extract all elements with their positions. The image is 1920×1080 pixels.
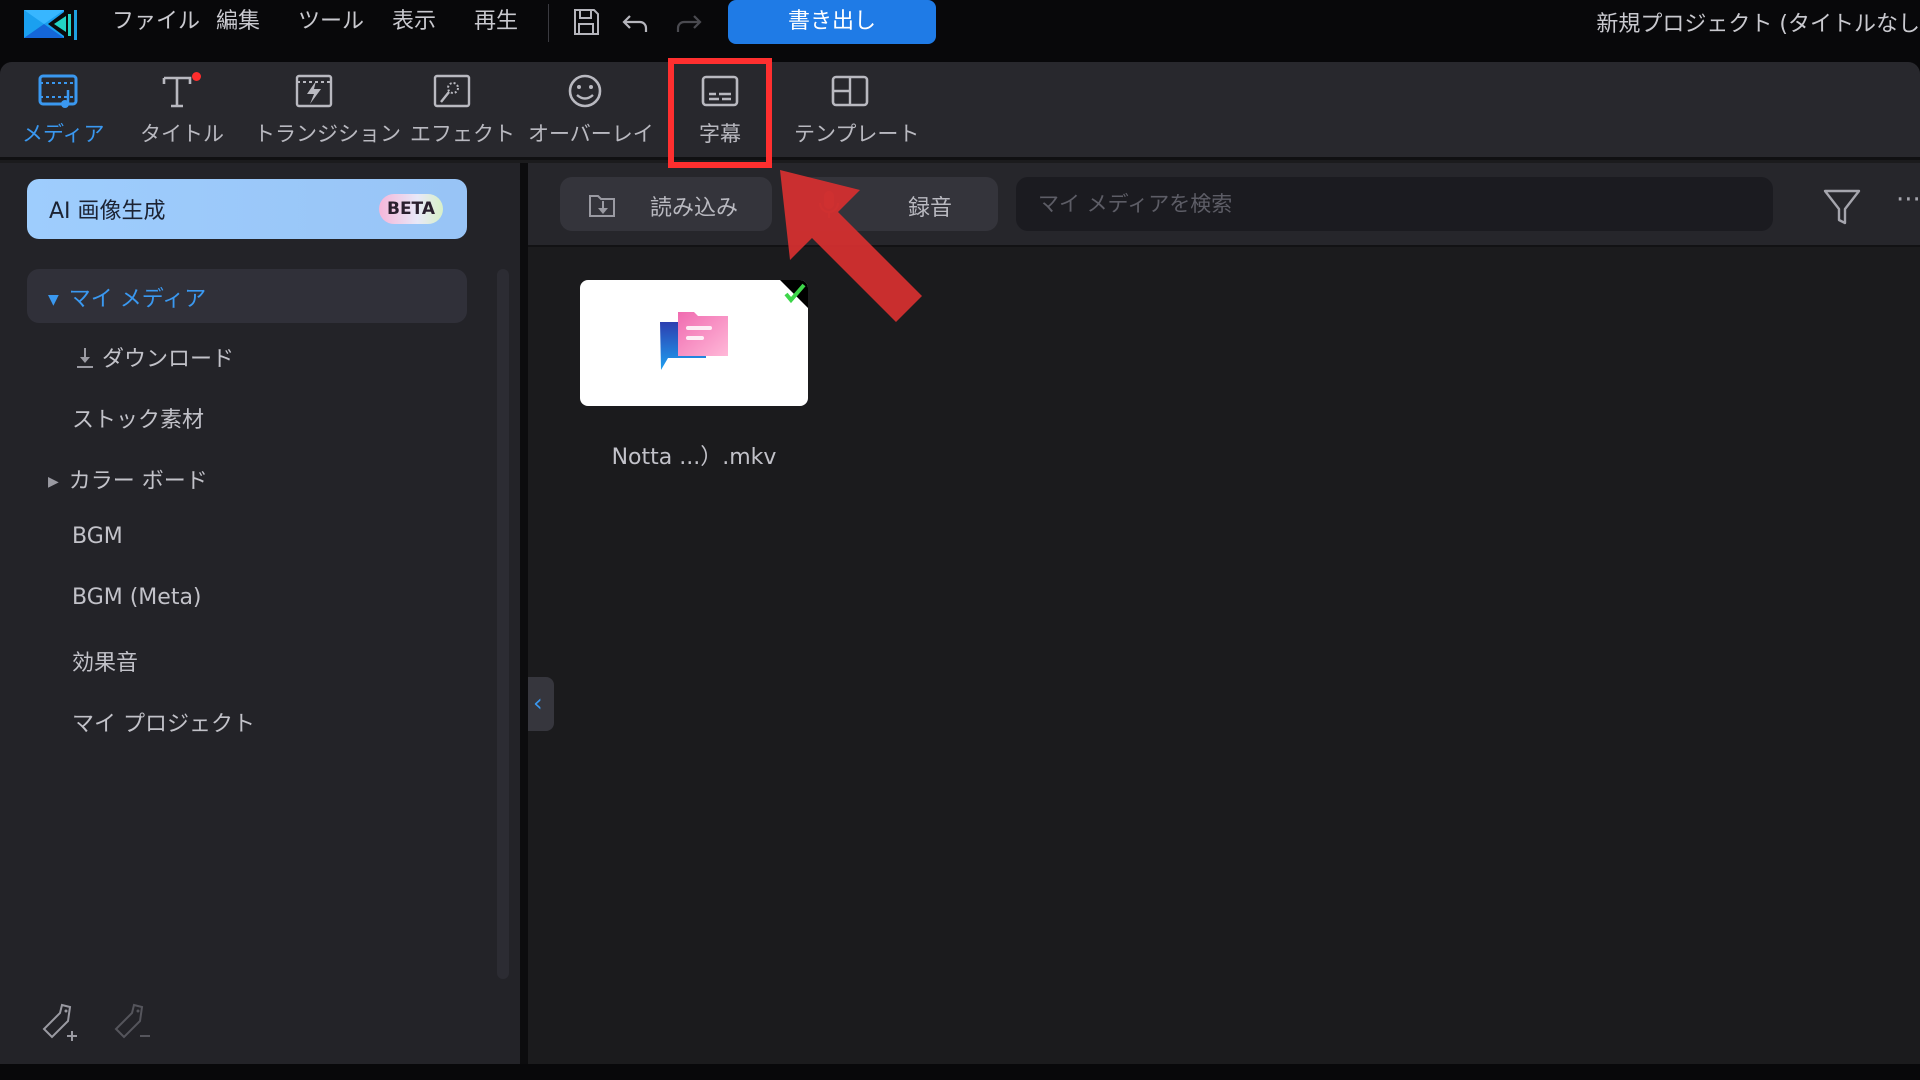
sidebar-item-download-label: ダウンロード	[102, 347, 235, 372]
media-item-name: Notta ...）.mkv	[611, 445, 777, 470]
tab-effect-label: エフェクト	[410, 122, 515, 146]
notta-logo-icon	[660, 312, 728, 370]
tab-template-label: テンプレート	[794, 122, 920, 146]
import-button[interactable]: 読み込み	[560, 177, 772, 231]
subtitle-icon	[701, 75, 739, 107]
tab-subtitle[interactable]: 字幕	[690, 72, 750, 156]
record-label: 録音	[908, 196, 953, 221]
record-button[interactable]: 録音	[786, 177, 998, 231]
tab-overlay-label: オーバーレイ	[528, 122, 654, 146]
sidebar-item-bgm-meta[interactable]: BGM (Meta)	[72, 585, 202, 610]
transition-icon	[295, 74, 333, 108]
app-logo-icon	[24, 10, 77, 40]
bottom-edge	[0, 1064, 1920, 1080]
beta-badge: BETA	[379, 194, 443, 224]
new-badge-dot	[192, 72, 201, 81]
download-icon	[77, 348, 93, 368]
sidebar-item-stock-label: ストック素材	[72, 408, 205, 433]
menu-edit[interactable]: 編集	[216, 6, 260, 38]
media-icon	[38, 74, 78, 108]
sidebar-item-stock[interactable]: ストック素材	[72, 402, 204, 434]
sidebar-item-bgm-label: BGM	[72, 524, 123, 549]
tab-media-label: メディア	[22, 122, 105, 146]
sidebar-item-download[interactable]: ダウンロード	[74, 341, 234, 373]
import-label: 読み込み	[650, 196, 739, 221]
media-library-grid: Notta ...）.mkv ‹	[528, 249, 1920, 1064]
sidebar-scrollbar[interactable]	[497, 269, 509, 979]
tab-transition[interactable]: トランジション	[254, 72, 401, 156]
redo-icon[interactable]	[672, 6, 704, 38]
media-search-input[interactable]	[1016, 177, 1773, 231]
tab-media[interactable]: メディア	[22, 72, 105, 156]
ai-image-generation-button[interactable]: AI 画像生成 BETA	[27, 179, 467, 239]
undo-icon[interactable]	[620, 6, 652, 38]
sidebar-item-sound-effects-label: 効果音	[72, 651, 139, 676]
sidebar-item-bgm[interactable]: BGM	[72, 524, 123, 549]
category-toolbar: メディア タイトル トランジション エフェクト オーバーレイ 字幕 テンプレート	[0, 62, 1920, 160]
sidebar-item-color-board[interactable]: ▶ カラー ボード	[48, 463, 208, 495]
microphone-icon	[819, 191, 839, 218]
panel-divider[interactable]	[520, 163, 528, 1064]
caret-down-icon: ▼	[48, 292, 59, 308]
media-toolbar: 読み込み 録音 ···	[528, 163, 1920, 247]
template-icon	[831, 75, 869, 107]
sidebar-item-my-projects-label: マイ プロジェクト	[72, 712, 255, 737]
sidebar-item-my-projects[interactable]: マイ プロジェクト	[72, 706, 255, 738]
imported-check-icon	[780, 280, 808, 308]
sidebar-item-my-media-label: マイ メディア	[68, 287, 207, 312]
sidebar-item-sound-effects[interactable]: 効果音	[72, 645, 138, 677]
tab-overlay[interactable]: オーバーレイ	[528, 72, 654, 156]
menu-tools[interactable]: ツール	[298, 6, 364, 38]
remove-tag-icon[interactable]	[112, 1001, 156, 1045]
sidebar-item-bgm-meta-label: BGM (Meta)	[72, 585, 202, 610]
tab-template[interactable]: テンプレート	[794, 72, 920, 156]
collapse-sidebar-button[interactable]: ‹	[528, 677, 554, 731]
caret-right-icon: ▶	[48, 474, 59, 490]
import-icon	[589, 195, 615, 217]
tab-title[interactable]: タイトル	[140, 72, 224, 156]
more-options-icon[interactable]: ···	[1896, 185, 1920, 215]
sidebar-item-color-board-label: カラー ボード	[68, 469, 208, 494]
ai-image-generation-label: AI 画像生成	[49, 199, 166, 224]
menu-playback[interactable]: 再生	[474, 6, 518, 38]
tab-transition-label: トランジション	[254, 122, 401, 146]
menu-bar: ファイル 編集 ツール 表示 再生 書き出し 新規プロジェクト (タイトルなし	[0, 0, 1920, 56]
tab-effect[interactable]: エフェクト	[410, 72, 515, 156]
main-window: メディア タイトル トランジション エフェクト オーバーレイ 字幕 テンプレート…	[0, 62, 1920, 1064]
project-title: 新規プロジェクト (タイトルなし	[1596, 12, 1920, 37]
filter-icon[interactable]	[1822, 187, 1862, 227]
export-button[interactable]: 書き出し	[728, 0, 936, 44]
menu-view[interactable]: 表示	[392, 6, 436, 38]
effect-icon	[433, 74, 471, 108]
add-tag-icon[interactable]	[40, 1001, 84, 1045]
menu-file[interactable]: ファイル	[112, 6, 200, 38]
menu-divider	[548, 4, 549, 42]
library-sidebar: AI 画像生成 BETA ▼ マイ メディア ダウンロード ストック素材 ▶ カラー…	[0, 163, 520, 1064]
tab-subtitle-label: 字幕	[699, 122, 741, 146]
chevron-left-icon: ‹	[533, 689, 543, 717]
media-item-thumbnail[interactable]	[580, 280, 808, 406]
sidebar-item-my-media[interactable]: ▼ マイ メディア	[48, 281, 206, 313]
save-icon[interactable]	[570, 6, 602, 38]
overlay-icon	[568, 74, 602, 108]
tab-title-label: タイトル	[140, 122, 224, 146]
